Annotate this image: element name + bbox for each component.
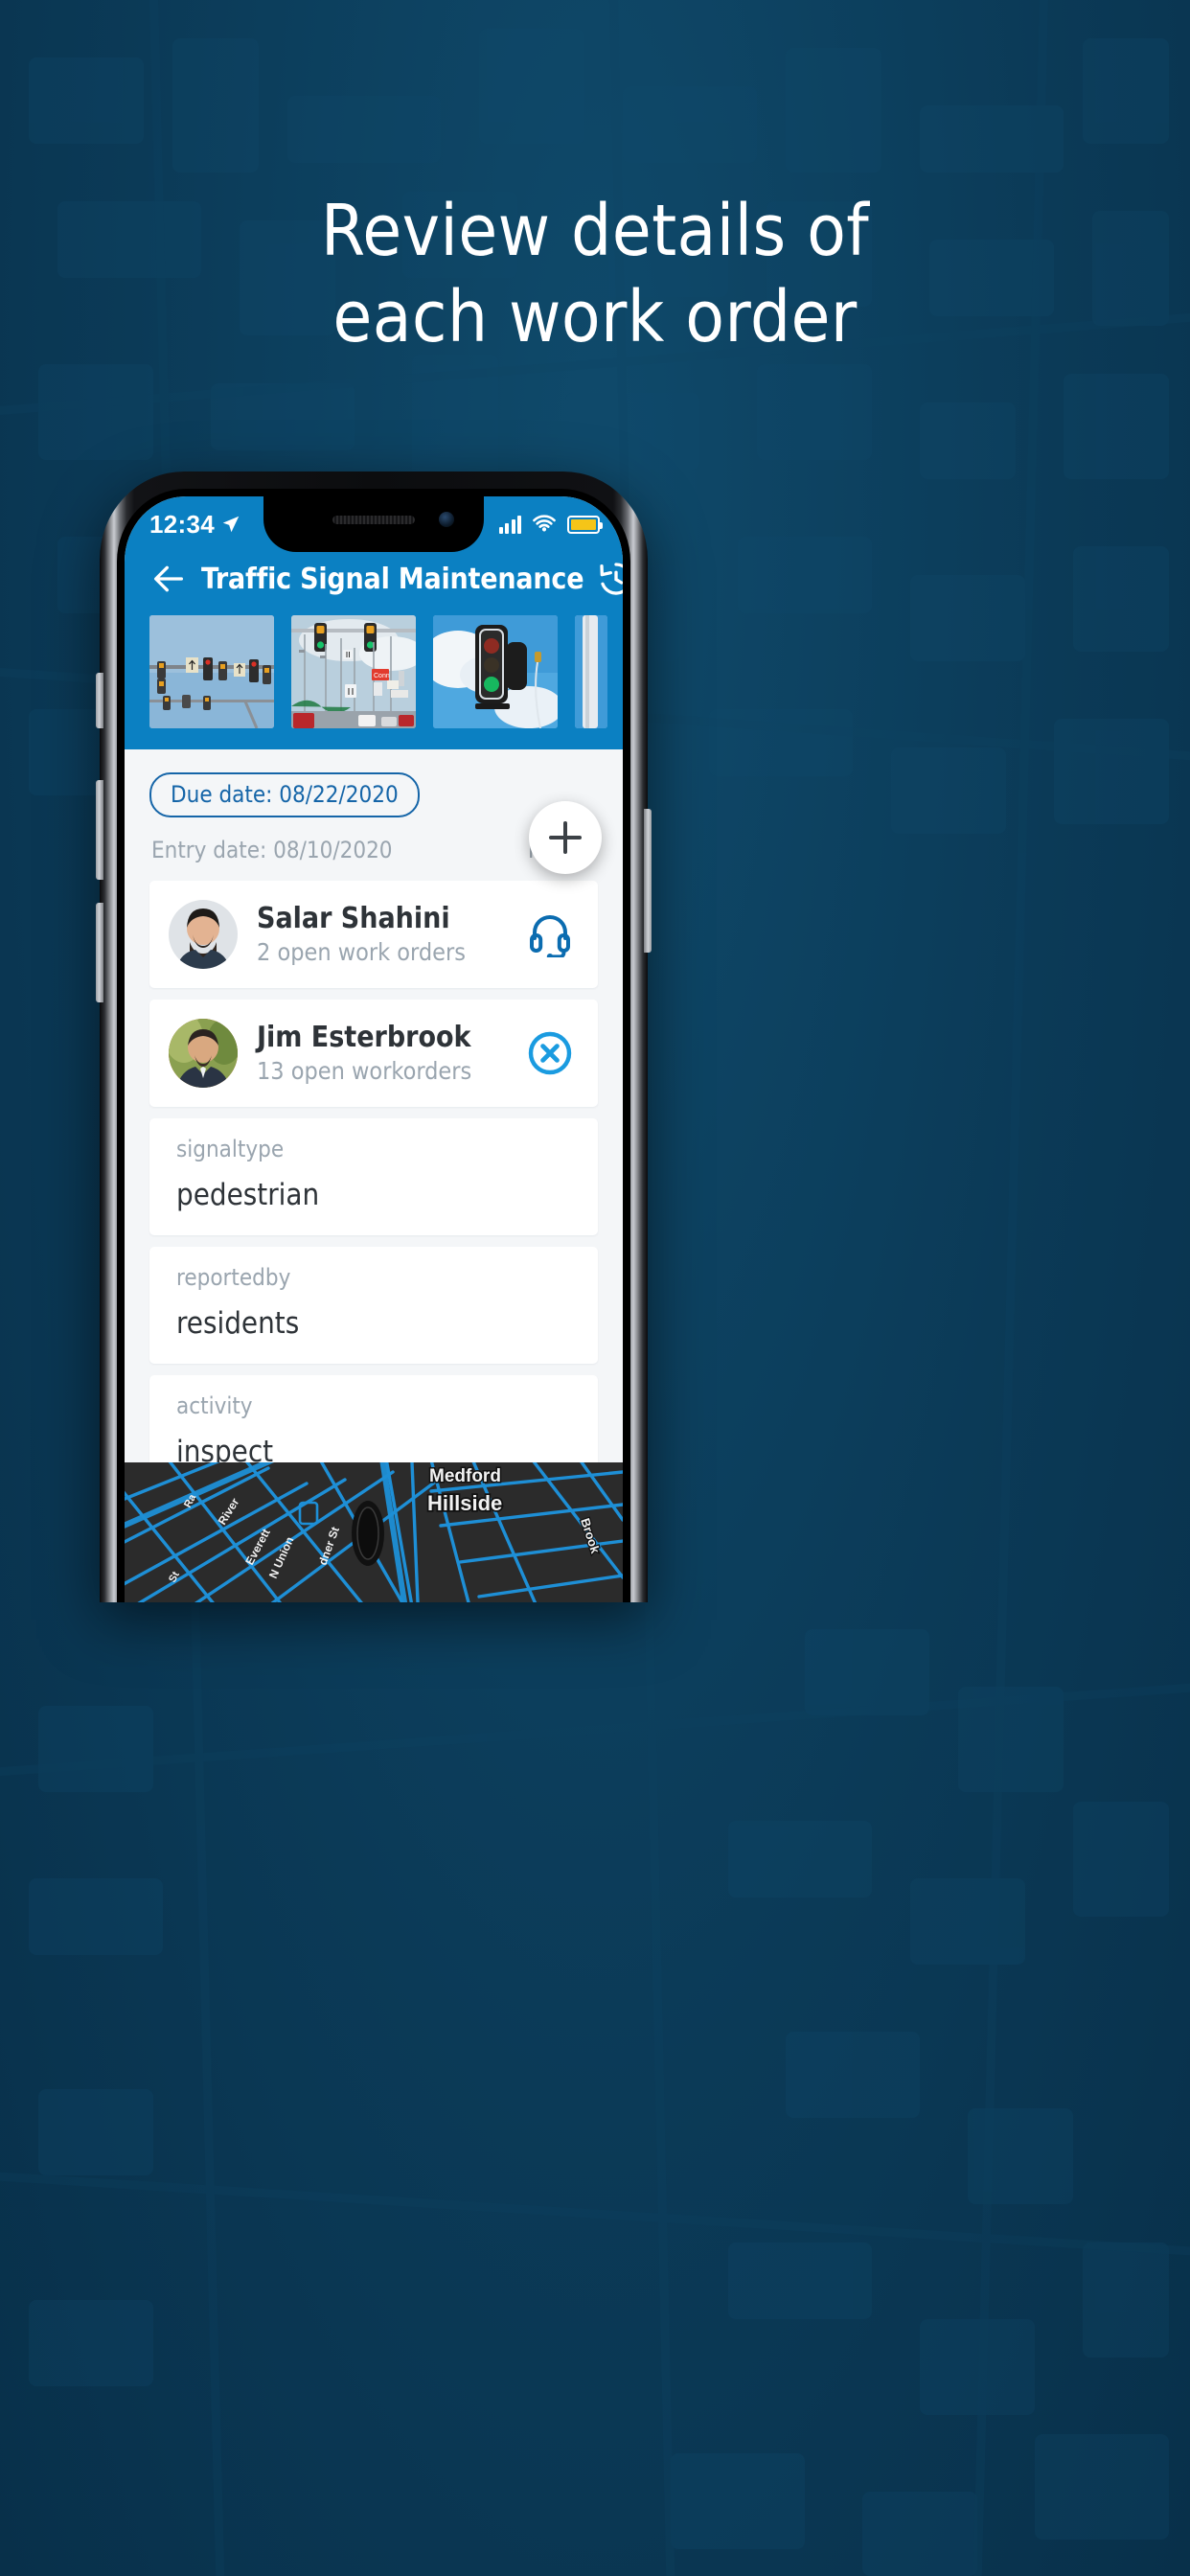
volume-down-button[interactable] [96, 903, 103, 1002]
map-preview[interactable]: Ra River Everett N Union dner St St Medf… [125, 1462, 623, 1602]
entry-date-label: Entry date: 08/10/2020 [151, 837, 393, 863]
earpiece-speaker [332, 516, 415, 524]
app-bar: Traffic Signal Maintenance [125, 552, 623, 610]
phone-screen: 12:34 Traffic Signal Maintenance Conn Du… [125, 496, 623, 1602]
field-card-signaltype[interactable]: signaltype pedestrian [149, 1118, 598, 1235]
field-value: residents [176, 1306, 300, 1341]
field-label: signaltype [176, 1136, 285, 1162]
worker-open-count: 2 open work orders [257, 938, 466, 966]
silent-switch-button[interactable] [96, 673, 103, 728]
history-clock-icon[interactable] [597, 560, 623, 598]
traffic-signal-photo-4[interactable] [575, 615, 607, 728]
power-button[interactable] [644, 809, 652, 953]
front-camera-icon [439, 512, 454, 527]
volume-up-button[interactable] [96, 780, 103, 880]
worker-name: Jim Esterbrook [257, 1021, 471, 1054]
avatar [169, 900, 238, 969]
battery-icon [567, 515, 603, 534]
traffic-signal-photo-1[interactable] [149, 615, 274, 728]
due-date-badge[interactable]: Due date: 08/22/2020 [149, 772, 420, 817]
worker-text: Jim Esterbrook 13 open workorders [257, 1022, 508, 1085]
field-value: pedestrian [176, 1178, 320, 1212]
worker-name: Salar Shahini [257, 902, 450, 935]
traffic-signal-photo-2[interactable]: Conn [291, 615, 416, 728]
field-label: activity [176, 1392, 253, 1419]
phone-mockup: 12:34 Traffic Signal Maintenance Conn Du… [96, 472, 652, 1602]
promo-headline: Review details of each work order [0, 188, 1190, 361]
field-label: reportedby [176, 1264, 291, 1291]
worker-open-count: 13 open workorders [257, 1057, 472, 1085]
close-circle-icon[interactable] [527, 1030, 573, 1076]
page-title: Traffic Signal Maintenance [201, 562, 584, 596]
status-bar-right [498, 515, 603, 534]
status-bar-left: 12:34 [149, 510, 241, 540]
svg-text:Conn: Conn [374, 673, 390, 679]
photo-strip[interactable]: Conn [125, 610, 623, 749]
headline-line-1: Review details of [320, 190, 870, 272]
arrow-left-icon[interactable] [149, 560, 188, 598]
worker-card[interactable]: Jim Esterbrook 13 open workorders [149, 1000, 598, 1107]
worker-text: Salar Shahini 2 open work orders [257, 903, 508, 966]
add-button-fab[interactable] [529, 801, 602, 874]
status-bar-time: 12:34 [149, 509, 215, 539]
headline-line-2: each work order [332, 276, 858, 359]
avatar [169, 1019, 238, 1088]
svg-text:Medford: Medford [429, 1466, 501, 1486]
wifi-icon [533, 515, 556, 532]
traffic-signal-photo-3[interactable] [433, 615, 558, 728]
location-arrow-icon [222, 516, 240, 533]
svg-text:Hillside: Hillside [427, 1491, 502, 1515]
field-card-reportedby[interactable]: reportedby residents [149, 1247, 598, 1364]
worker-card[interactable]: Salar Shahini 2 open work orders [149, 881, 598, 988]
cellular-signal-icon [498, 515, 521, 534]
headset-icon[interactable] [527, 911, 573, 957]
